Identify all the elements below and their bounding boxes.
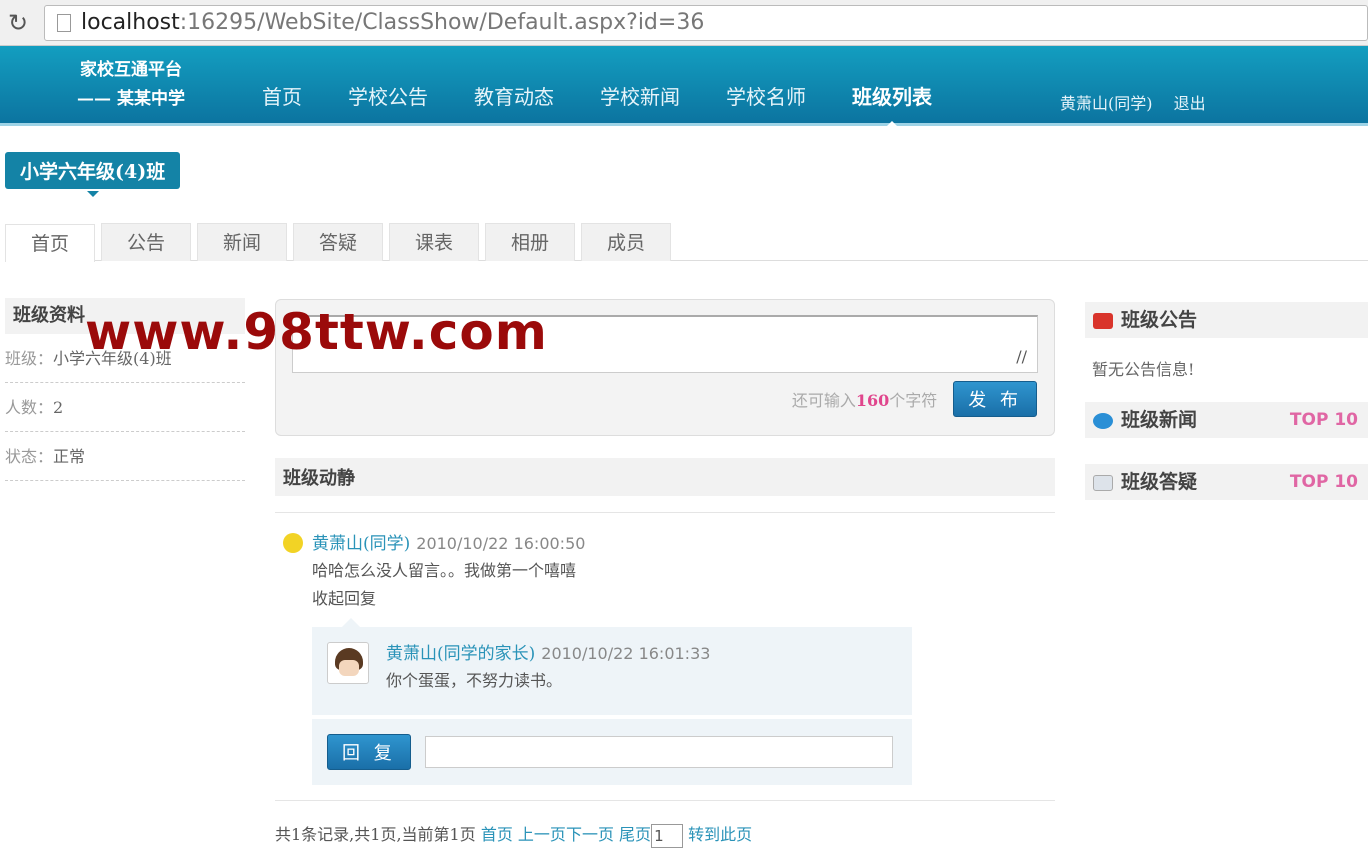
- main-content: // 还可输入160个字符 发 布 班级动静 黄萧山(同学) 2010/10/22…: [275, 299, 1055, 785]
- publish-button[interactable]: 发 布: [953, 381, 1037, 417]
- pager-last[interactable]: 尾页: [619, 825, 651, 844]
- reply-input[interactable]: [424, 736, 893, 768]
- class-tabs: 首页 公告 新闻 答疑 课表 相册 成员: [5, 223, 1368, 262]
- notice-empty: 暂无公告信息!: [1092, 360, 1195, 379]
- address-bar[interactable]: localhost:16295/WebSite/ClassShow/Defaul…: [44, 4, 1368, 41]
- feed-item: 黄萧山(同学) 2010/10/22 16:00:50 哈哈怎么没人留言。。我做第…: [275, 531, 1055, 785]
- pagination: 共1条记录,共1页,当前第1页 首页 上一页下一页 尾页 1 转到此页: [275, 800, 1055, 848]
- pager-first[interactable]: 首页: [481, 825, 513, 844]
- info-label: 人数：: [5, 398, 54, 417]
- tab-members[interactable]: 成员: [581, 223, 671, 261]
- reply-button[interactable]: 回 复: [327, 734, 411, 770]
- reply-item: 黄萧山(同学的家长) 2010/10/22 16:01:33 你个蛋蛋，不努力读书…: [312, 618, 912, 715]
- megaphone-icon: [1093, 313, 1113, 329]
- qa-header: 班级答疑 TOP 10: [1085, 464, 1368, 500]
- nav-class-list[interactable]: 班级列表: [852, 45, 932, 128]
- resize-grip-icon[interactable]: //: [1016, 347, 1027, 366]
- logout-link[interactable]: 退出: [1174, 94, 1206, 113]
- logo-title: 家校互通平台: [80, 59, 182, 80]
- info-value: 2: [53, 398, 64, 417]
- nav-school-notice[interactable]: 学校公告: [348, 45, 428, 125]
- browser-toolbar: ↻ localhost:16295/WebSite/ClassShow/Defa…: [0, 0, 1368, 46]
- page-icon: [57, 13, 71, 32]
- page-input[interactable]: 1: [651, 823, 684, 848]
- qa-top10-link[interactable]: TOP 10: [1290, 464, 1358, 500]
- news-header: 班级新闻 TOP 10: [1085, 402, 1368, 438]
- info-count: 人数：2: [5, 383, 245, 432]
- tab-album[interactable]: 相册: [485, 223, 575, 261]
- tab-news[interactable]: 新闻: [197, 223, 287, 261]
- char-counter: 还可输入160个字符: [791, 391, 938, 410]
- nav-education-news[interactable]: 教育动态: [474, 45, 554, 125]
- notice-header: 班级公告: [1085, 302, 1368, 338]
- url-path: :16295/WebSite/ClassShow/Default.aspx?id…: [179, 10, 705, 35]
- tab-notice[interactable]: 公告: [101, 223, 191, 261]
- nav-home[interactable]: 首页: [262, 45, 302, 125]
- right-sidebar: 班级公告 暂无公告信息! 班级新闻 TOP 10 班级答疑 TOP 10: [1085, 302, 1368, 500]
- info-status: 状态：正常: [5, 432, 245, 481]
- info-label: 状态：: [5, 447, 54, 466]
- reply-time: 2010/10/22 16:01:33: [541, 644, 711, 663]
- watermark: www.98ttw.com: [85, 303, 548, 361]
- tab-home[interactable]: 首页: [5, 224, 95, 262]
- logo-subtitle: —— 某某中学: [77, 88, 185, 109]
- avatar: [327, 642, 369, 684]
- nav-teachers[interactable]: 学校名师: [726, 45, 806, 125]
- reload-icon[interactable]: ↻: [8, 9, 44, 37]
- post-content: 哈哈怎么没人留言。。我做第一个嘻嘻: [312, 561, 577, 580]
- site-header: 家校互通平台 —— 某某中学 首页 学校公告 教育动态 学校新闻 学校名师 班级…: [0, 45, 1368, 128]
- info-label: 班级：: [5, 349, 54, 368]
- pager-next[interactable]: 下一页: [566, 825, 614, 844]
- site-logo[interactable]: 家校互通平台 —— 某某中学: [0, 56, 262, 114]
- lightbulb-icon: [283, 533, 303, 553]
- post-time: 2010/10/22 16:00:50: [416, 534, 586, 553]
- feed-title: 班级动静: [275, 458, 1055, 496]
- author-link[interactable]: 黄萧山(同学): [312, 534, 410, 554]
- user-area: 黄萧山(同学) 退出: [1060, 90, 1222, 114]
- go-to-page-link[interactable]: 转到此页: [688, 825, 752, 844]
- info-value: 正常: [53, 447, 86, 466]
- main-nav: 首页 学校公告 教育动态 学校新闻 学校名师 班级列表: [262, 45, 978, 128]
- user-name[interactable]: 黄萧山(同学): [1060, 94, 1153, 113]
- reply-author-link[interactable]: 黄萧山(同学的家长): [386, 644, 535, 664]
- reply-content: 你个蛋蛋，不努力读书。: [386, 671, 563, 690]
- nav-school-news[interactable]: 学校新闻: [600, 45, 680, 125]
- pager-prev[interactable]: 上一页: [518, 825, 566, 844]
- collapse-replies-link[interactable]: 收起回复: [312, 585, 1055, 613]
- url-host: localhost: [81, 10, 180, 35]
- pager-summary: 共1条记录,共1页,当前第1页: [275, 825, 476, 844]
- class-title: 小学六年级(4)班: [5, 152, 181, 197]
- notepad-pencil-icon: [1093, 475, 1113, 491]
- tab-qa[interactable]: 答疑: [293, 223, 383, 261]
- tab-schedule[interactable]: 课表: [389, 223, 479, 261]
- reply-form: 回 复: [312, 719, 912, 785]
- news-top10-link[interactable]: TOP 10: [1290, 402, 1358, 438]
- chat-bubble-icon: [1093, 413, 1113, 429]
